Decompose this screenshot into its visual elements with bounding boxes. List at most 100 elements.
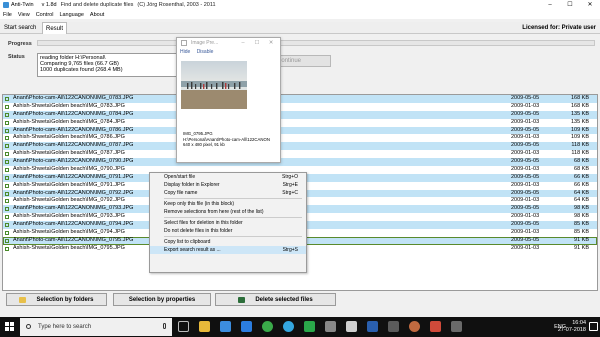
clock[interactable]: 16:04 27-07-2018: [558, 320, 586, 333]
telegram-icon[interactable]: [283, 321, 294, 332]
tab-result[interactable]: Result: [42, 22, 68, 34]
menu-item-do-not-delete[interactable]: Do not delete files in this folder: [150, 227, 306, 235]
checkbox[interactable]: [5, 191, 9, 196]
file-size: 66 KB: [574, 173, 589, 180]
checkbox[interactable]: [5, 183, 9, 188]
file-path: Ashish-Shweta\Golden beach\IMG_0786.JPG: [13, 134, 125, 141]
preview-maximize-button[interactable]: ☐: [250, 38, 264, 48]
file-explorer-icon[interactable]: [199, 321, 210, 332]
app-icon-red[interactable]: [430, 321, 441, 332]
checkbox[interactable]: [5, 223, 9, 227]
checkbox[interactable]: [5, 97, 9, 101]
checkbox[interactable]: [5, 144, 9, 149]
tab-start-search[interactable]: Start search: [1, 22, 39, 34]
checkbox[interactable]: [5, 167, 9, 172]
file-date: 2009-05-05: [511, 236, 540, 243]
table-row[interactable]: Anant\Photo-cam-All\122CANON\IMG_0787.JP…: [3, 142, 597, 151]
file-path: Ashish-Shweta\Golden beach\IMG_0790.JPG: [13, 165, 125, 172]
file-path: Anant\Photo-cam-All\122CANON\IMG_0786.JP…: [13, 126, 134, 133]
preview-disable[interactable]: Disable: [197, 49, 214, 55]
checkbox[interactable]: [5, 136, 9, 141]
file-date: 2009-01-03: [511, 181, 540, 188]
menu-item-shortcut: Strg+O: [282, 174, 298, 180]
table-row[interactable]: Anant\Photo-cam-All\122CANON\IMG_0790.JP…: [3, 158, 597, 166]
menu-language[interactable]: Language: [59, 12, 83, 18]
image-preview-window[interactable]: Image Pre... – ☐ ✕ Hide Disable IMG_0795…: [176, 37, 281, 163]
checkbox[interactable]: [5, 112, 9, 117]
file-date: 2009-05-05: [511, 189, 540, 196]
file-path: Anant\Photo-cam-All\122CANON\IMG_0784.JP…: [13, 110, 134, 117]
checkbox[interactable]: [5, 128, 9, 133]
menu-about[interactable]: About: [90, 12, 104, 18]
table-row[interactable]: Anant\Photo-cam-All\122CANON\IMG_0784.JP…: [3, 110, 597, 119]
image-icon: [181, 40, 187, 46]
menu-item-label: Display folder in Explorer: [164, 182, 220, 188]
checkbox[interactable]: [5, 230, 9, 235]
preview-close-button[interactable]: ✕: [264, 38, 278, 48]
word-icon[interactable]: [367, 321, 378, 332]
checkbox[interactable]: [5, 207, 9, 212]
app-icon-grey[interactable]: [346, 321, 357, 332]
menu-item-keep-only-this-file[interactable]: Keep only this file (in this block): [150, 200, 306, 208]
checkbox[interactable]: [5, 160, 9, 164]
file-size: 85 KB: [574, 228, 589, 235]
table-row[interactable]: Ashish-Shweta\Golden beach\IMG_0787.JPG 2…: [3, 150, 597, 158]
table-row[interactable]: Ashish-Shweta\Golden beach\IMG_0786.JPG 2…: [3, 134, 597, 143]
checkbox[interactable]: [5, 175, 9, 180]
preview-titlebar[interactable]: Image Pre... – ☐ ✕: [177, 38, 280, 48]
taskbar-search-input[interactable]: Type here to search: [20, 318, 172, 336]
checkbox[interactable]: [5, 120, 9, 125]
task-view-icon[interactable]: [178, 321, 189, 332]
file-path: Anant\Photo-cam-All\122CANON\IMG_0783.JP…: [13, 95, 134, 101]
checkbox[interactable]: [5, 215, 9, 220]
checkbox[interactable]: [5, 238, 9, 243]
store-icon[interactable]: [241, 321, 252, 332]
minimize-button[interactable]: –: [540, 0, 560, 10]
chrome-icon[interactable]: [262, 321, 273, 332]
app-icon-dark[interactable]: [451, 321, 462, 332]
checkbox[interactable]: [5, 104, 9, 109]
menu-item-display-folder[interactable]: Display folder in Explorer Strg+E: [150, 181, 306, 189]
preview-menu: Hide Disable: [177, 48, 280, 56]
delete-selected-button[interactable]: Delete selected files: [215, 293, 336, 306]
windows-start-icon[interactable]: [5, 322, 14, 331]
table-row[interactable]: Anant\Photo-cam-All\122CANON\IMG_0786.JP…: [3, 126, 597, 135]
app-icon-green[interactable]: [304, 321, 315, 332]
file-date: 2009-01-03: [511, 197, 540, 204]
selection-by-folders-button[interactable]: Selection by folders: [6, 293, 107, 306]
table-row[interactable]: Ashish-Shweta\Golden beach\IMG_0783.JPG 2…: [3, 102, 597, 111]
beach-photo: [181, 61, 247, 109]
menu-view[interactable]: View: [18, 12, 30, 18]
anti-twin-taskbar-icon[interactable]: [388, 321, 399, 332]
avatar-icon[interactable]: [409, 321, 420, 332]
notification-icon[interactable]: [589, 322, 598, 331]
menu-item-copy-list[interactable]: Copy list to clipboard: [150, 238, 306, 246]
settings-icon[interactable]: [325, 321, 336, 332]
file-date: 2009-05-05: [511, 158, 540, 164]
file-path: Ashish-Shweta\Golden beach\IMG_0795.JPG: [13, 244, 125, 251]
menu-item-remove-selections[interactable]: Remove selections from here (rest of the…: [150, 208, 306, 216]
menu-file[interactable]: File: [3, 12, 12, 18]
maximize-button[interactable]: ☐: [560, 0, 580, 10]
edge-icon[interactable]: [220, 321, 231, 332]
file-date: 2009-01-03: [511, 118, 540, 125]
file-path: Anant\Photo-cam-All\122CANON\IMG_0787.JP…: [13, 142, 134, 149]
checkbox[interactable]: [5, 199, 9, 204]
menu-control[interactable]: Control: [36, 12, 54, 18]
file-size: 98 KB: [574, 213, 589, 220]
preview-minimize-button[interactable]: –: [236, 38, 250, 48]
table-row[interactable]: Anant\Photo-cam-All\122CANON\IMG_0783.JP…: [3, 95, 597, 103]
menu-item-open-start-file[interactable]: Open/start file Strg+O: [150, 173, 306, 181]
close-button[interactable]: ✕: [580, 0, 600, 10]
menu-item-export-search-result[interactable]: Export search result as ... Strg+S: [150, 246, 306, 254]
file-date: 2009-01-03: [511, 213, 540, 220]
menu-item-select-for-deletion[interactable]: Select files for deletion in this folder: [150, 219, 306, 227]
checkbox[interactable]: [5, 246, 9, 251]
menu-item-copy-file-name[interactable]: Copy file name Strg+C: [150, 189, 306, 197]
selection-by-properties-button[interactable]: Selection by properties: [113, 293, 211, 306]
checkbox[interactable]: [5, 152, 9, 157]
menu-bar: File View Control Language About: [0, 10, 600, 19]
table-row[interactable]: Ashish-Shweta\Golden beach\IMG_0784.JPG 2…: [3, 118, 597, 127]
preview-hide[interactable]: Hide: [180, 49, 190, 55]
microphone-icon[interactable]: [163, 323, 166, 329]
